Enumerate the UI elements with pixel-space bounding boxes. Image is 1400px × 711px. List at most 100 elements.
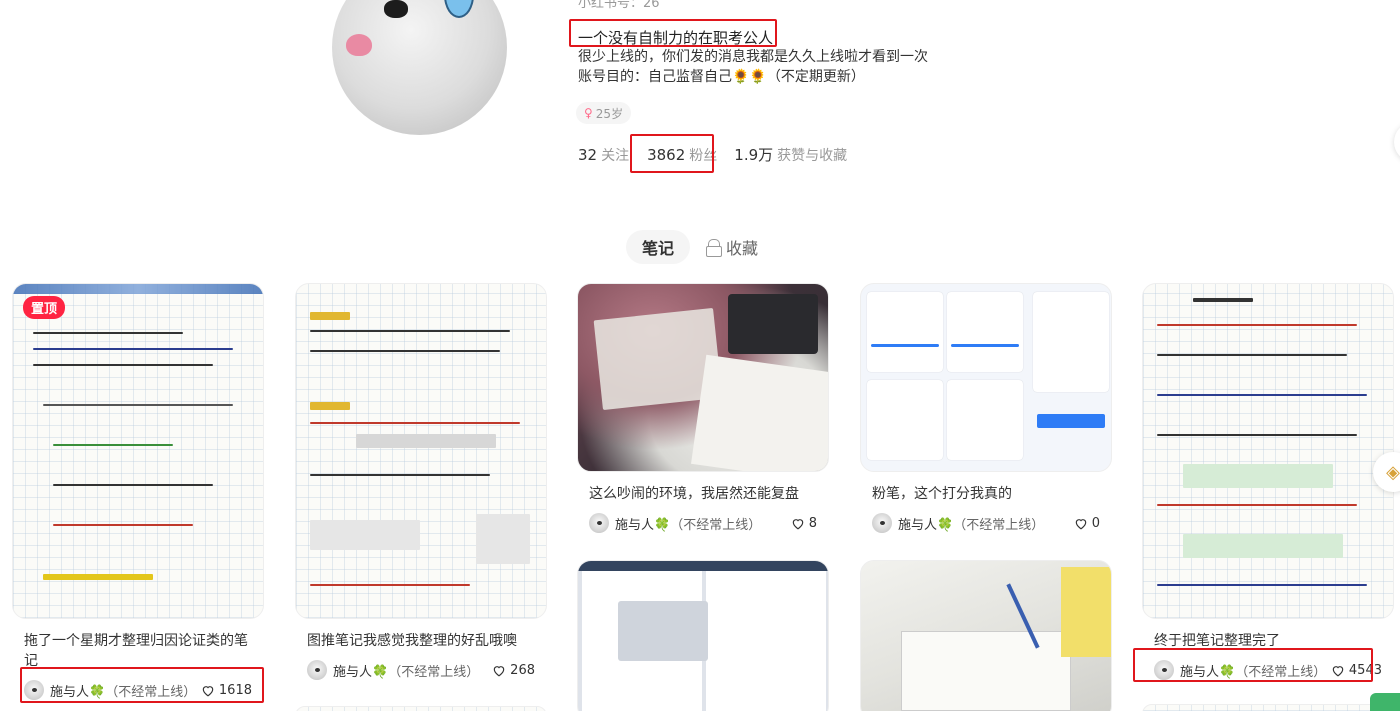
sweat-drop-icon — [444, 0, 474, 18]
cover-scribble — [33, 348, 233, 350]
note-card[interactable]: 粉笔，这个打分我真的 施与人🍀（不经常上线） 0 — [860, 283, 1112, 534]
bio-line-1: 很少上线的，你们发的消息我都是久久上线啦才看到一次 — [578, 49, 928, 65]
tab-favorites[interactable]: 收藏 — [706, 230, 758, 264]
profile-page: 小红书号：26 一个没有自制力的在职考公人 很少上线的，你们发的消息我都是久久上… — [0, 0, 1400, 711]
profile-avatar[interactable] — [332, 0, 507, 135]
heart-icon — [1075, 518, 1086, 529]
bio-line-2-suffix: （不定期更新） — [766, 69, 865, 85]
score-tile — [867, 380, 943, 460]
cover-scribble — [1157, 584, 1367, 586]
like-button[interactable]: 268 — [492, 663, 535, 678]
like-count: 268 — [510, 662, 535, 678]
cover-scribble — [53, 444, 173, 446]
sunflower-icon: 🌻🌻 — [732, 69, 767, 85]
cover-toolbar — [13, 284, 263, 294]
lock-icon — [706, 239, 722, 257]
age-tag-label: 25岁 — [595, 106, 624, 121]
author-avatar[interactable] — [872, 513, 892, 533]
note-title[interactable]: 这么吵闹的环境，我居然还能复盘 — [577, 484, 829, 504]
cover-scribble — [1157, 434, 1357, 436]
tab-favorites-label: 收藏 — [726, 239, 759, 258]
cover-figure — [1183, 534, 1343, 558]
cover-keyboard — [618, 601, 708, 661]
note-meta: 施与人🍀（不经常上线） 8 — [577, 512, 829, 534]
cover-table — [901, 631, 1071, 711]
likes-stat[interactable]: 1.9万 获赞与收藏 — [734, 144, 847, 165]
cover-scribble — [1157, 394, 1367, 396]
user-id: 小红书号：26 — [578, 0, 708, 11]
likes-count: 1.9万 — [734, 146, 774, 164]
note-title[interactable]: 图推笔记我感觉我整理的好乱哦噢 — [295, 631, 547, 651]
note-card-partial[interactable] — [860, 560, 1112, 711]
note-cover-image[interactable] — [577, 283, 829, 472]
following-label: 关注 — [601, 147, 630, 164]
note-cover-image[interactable] — [577, 560, 829, 711]
score-bar — [871, 344, 939, 347]
corner-widget[interactable] — [1370, 693, 1400, 711]
cover-sticky-note — [1061, 567, 1111, 657]
following-count: 32 — [578, 145, 598, 164]
score-bar — [951, 344, 1019, 347]
cover-toolbar — [578, 561, 828, 571]
clover-icon: 🍀 — [654, 517, 671, 533]
note-cover-image[interactable] — [860, 283, 1112, 472]
author-avatar[interactable] — [307, 660, 327, 680]
cover-scribble — [33, 364, 213, 366]
note-card[interactable]: 图推笔记我感觉我整理的好乱哦噢 施与人🍀（不经常上线） 268 — [295, 283, 547, 681]
cover-scribble — [310, 584, 470, 586]
note-card[interactable]: 这么吵闹的环境，我居然还能复盘 施与人🍀（不经常上线） 8 — [577, 283, 829, 534]
cover-figure — [476, 514, 530, 564]
cover-scribble — [310, 350, 500, 352]
cover-scribble — [1193, 298, 1253, 302]
like-button[interactable]: 8 — [791, 516, 817, 531]
author-name[interactable]: 施与人🍀（不经常上线） — [615, 514, 761, 533]
note-card[interactable]: 置顶 拖了一个星期才整理归因论证类的笔记 施与人🍀（不经常上线） 1618 — [12, 283, 264, 701]
note-card-partial[interactable] — [1142, 704, 1394, 711]
note-cover-image[interactable]: 置顶 — [12, 283, 264, 619]
note-title[interactable]: 拖了一个星期才整理归因论证类的笔记 — [12, 631, 264, 671]
note-card-partial[interactable] — [295, 706, 547, 711]
cover-scribble — [310, 330, 510, 332]
author-name-text: 施与人 — [898, 517, 938, 533]
author-name-text: 施与人 — [615, 517, 655, 533]
note-title[interactable]: 粉笔，这个打分我真的 — [860, 484, 1112, 504]
note-card[interactable]: 终于把笔记整理完了 施与人🍀（不经常上线） 4543 — [1142, 283, 1394, 681]
cover-scribble — [1157, 354, 1347, 356]
likes-label: 获赞与收藏 — [777, 148, 848, 164]
clover-icon: 🍀 — [937, 517, 954, 533]
note-cover-image[interactable] — [295, 706, 547, 711]
note-cover-image[interactable] — [860, 560, 1112, 711]
score-tile — [947, 292, 1023, 372]
heart-icon — [792, 518, 803, 529]
tab-notes[interactable]: 笔记 — [626, 230, 690, 264]
annotation-box-author — [1133, 648, 1373, 682]
female-icon: ♀ — [584, 106, 593, 120]
side-action-button[interactable] — [1394, 122, 1400, 162]
cover-figure — [1183, 464, 1333, 488]
author-name[interactable]: 施与人🍀（不经常上线） — [333, 661, 479, 680]
age-tag: ♀ 25岁 — [576, 102, 632, 124]
note-card-partial[interactable] — [577, 560, 829, 711]
cover-scribble — [43, 404, 233, 406]
avatar-tongue — [346, 34, 372, 56]
cover-scribble — [310, 474, 490, 476]
following-stat[interactable]: 32 关注 — [578, 145, 629, 165]
profile-bio: 很少上线的，你们发的消息我都是久久上线啦才看到一次 账号目的：自己监督自己🌻🌻（… — [578, 47, 928, 87]
cover-scribble — [53, 524, 193, 526]
like-button[interactable]: 0 — [1074, 516, 1100, 531]
note-cover-image[interactable] — [1142, 283, 1394, 619]
author-status: （不经常上线） — [953, 517, 1045, 533]
bio-line-2: 账号目的：自己监督自己🌻🌻（不定期更新） — [578, 67, 928, 87]
user-id-mask — [659, 0, 708, 11]
cover-scribble — [310, 402, 350, 410]
clover-icon: 🍀 — [372, 664, 389, 680]
cover-device — [728, 294, 818, 354]
note-cover-image[interactable] — [1142, 704, 1394, 711]
score-tile — [947, 380, 1023, 460]
cover-page — [706, 571, 826, 711]
note-cover-image[interactable] — [295, 283, 547, 619]
author-avatar[interactable] — [589, 513, 609, 533]
annotation-box-author — [20, 667, 264, 703]
author-name[interactable]: 施与人🍀（不经常上线） — [898, 514, 1044, 533]
like-count: 0 — [1091, 515, 1100, 531]
